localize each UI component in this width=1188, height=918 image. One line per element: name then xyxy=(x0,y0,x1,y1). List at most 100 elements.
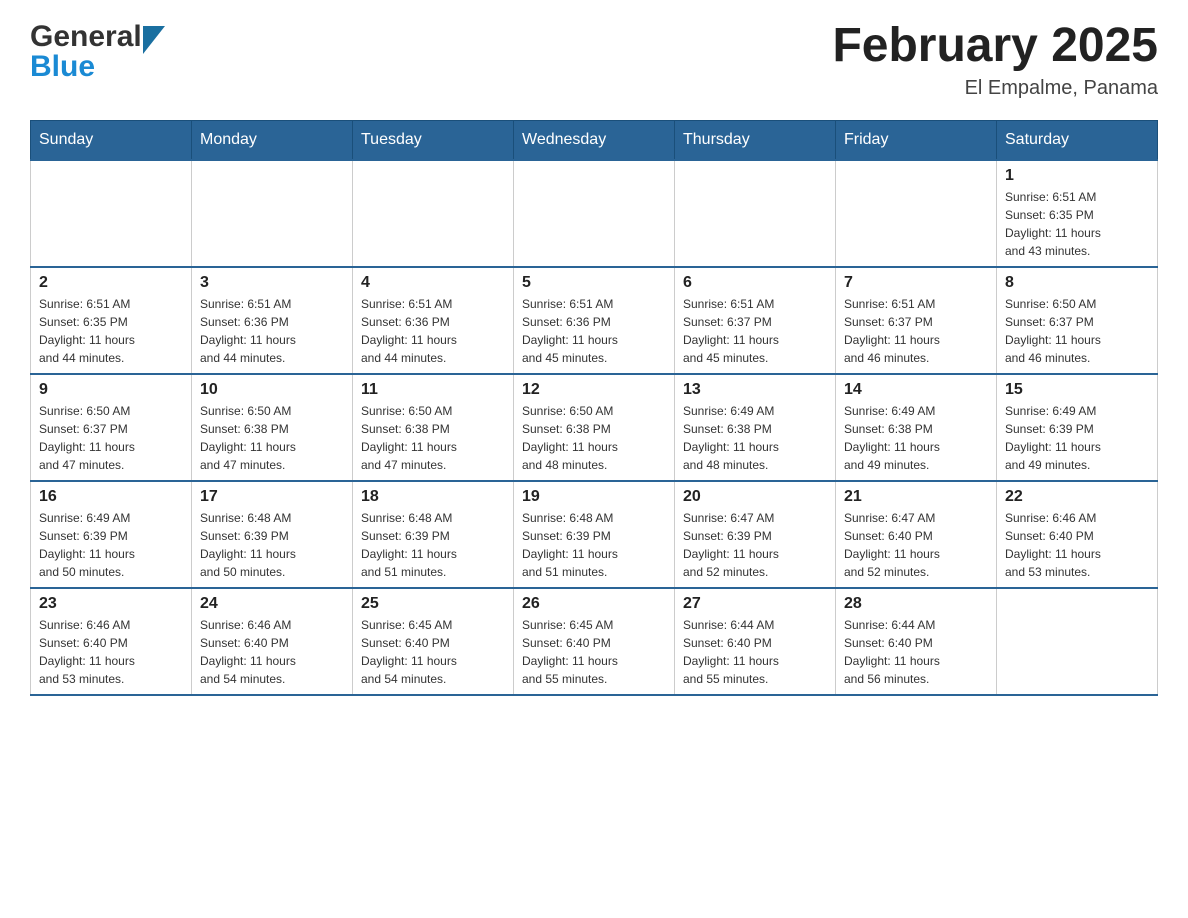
calendar-day-cell: 19 Sunrise: 6:48 AM Sunset: 6:39 PM Dayli… xyxy=(514,481,675,588)
day-of-week-header: Sunday xyxy=(31,120,192,160)
calendar-day-cell: 17 Sunrise: 6:48 AM Sunset: 6:39 PM Dayli… xyxy=(192,481,353,588)
day-info: Sunrise: 6:49 AM Sunset: 6:39 PM Dayligh… xyxy=(1005,402,1149,474)
calendar-day-cell xyxy=(997,588,1158,695)
day-number: 24 xyxy=(200,595,344,613)
day-info: Sunrise: 6:44 AM Sunset: 6:40 PM Dayligh… xyxy=(844,616,988,688)
calendar-week-row: 1 Sunrise: 6:51 AM Sunset: 6:35 PM Daylig… xyxy=(31,160,1158,267)
calendar-day-cell xyxy=(675,160,836,267)
calendar-week-row: 23Sunrise: 6:46 AM Sunset: 6:40 PM Dayli… xyxy=(31,588,1158,695)
day-info: Sunrise: 6:51 AM Sunset: 6:36 PM Dayligh… xyxy=(361,295,505,367)
calendar-day-cell: 11 Sunrise: 6:50 AM Sunset: 6:38 PM Dayli… xyxy=(353,374,514,481)
calendar-day-cell: 16 Sunrise: 6:49 AM Sunset: 6:39 PM Dayli… xyxy=(31,481,192,588)
day-number: 9 xyxy=(39,381,183,399)
day-number: 3 xyxy=(200,274,344,292)
day-info: Sunrise: 6:50 AM Sunset: 6:38 PM Dayligh… xyxy=(361,402,505,474)
calendar-day-cell: 6 Sunrise: 6:51 AM Sunset: 6:37 PM Daylig… xyxy=(675,267,836,374)
logo-general-text: General xyxy=(30,20,142,54)
calendar-day-cell xyxy=(31,160,192,267)
day-number: 5 xyxy=(522,274,666,292)
day-number: 8 xyxy=(1005,274,1149,292)
day-info: Sunrise: 6:50 AM Sunset: 6:38 PM Dayligh… xyxy=(522,402,666,474)
day-info: Sunrise: 6:51 AM Sunset: 6:35 PM Dayligh… xyxy=(39,295,183,367)
day-number: 7 xyxy=(844,274,988,292)
calendar-day-cell: 12 Sunrise: 6:50 AM Sunset: 6:38 PM Dayli… xyxy=(514,374,675,481)
day-info: Sunrise: 6:47 AM Sunset: 6:40 PM Dayligh… xyxy=(844,509,988,581)
calendar-day-cell: 24 Sunrise: 6:46 AM Sunset: 6:40 PM Dayli… xyxy=(192,588,353,695)
day-of-week-header: Tuesday xyxy=(353,120,514,160)
day-info: Sunrise: 6:45 AM Sunset: 6:40 PM Dayligh… xyxy=(522,616,666,688)
calendar-day-cell: 26 Sunrise: 6:45 AM Sunset: 6:40 PM Dayli… xyxy=(514,588,675,695)
day-number: 15 xyxy=(1005,381,1149,399)
day-of-week-header: Thursday xyxy=(675,120,836,160)
day-number: 16 xyxy=(39,488,183,506)
day-info: Sunrise: 6:49 AM Sunset: 6:38 PM Dayligh… xyxy=(844,402,988,474)
day-number: 20 xyxy=(683,488,827,506)
calendar-day-cell xyxy=(836,160,997,267)
day-info: Sunrise: 6:48 AM Sunset: 6:39 PM Dayligh… xyxy=(200,509,344,581)
day-info: Sunrise: 6:48 AM Sunset: 6:39 PM Dayligh… xyxy=(361,509,505,581)
calendar-day-cell: 25 Sunrise: 6:45 AM Sunset: 6:40 PM Dayli… xyxy=(353,588,514,695)
calendar-day-cell: 18 Sunrise: 6:48 AM Sunset: 6:39 PM Dayli… xyxy=(353,481,514,588)
day-number: 13 xyxy=(683,381,827,399)
day-info: Sunrise: 6:48 AM Sunset: 6:39 PM Dayligh… xyxy=(522,509,666,581)
day-number: 1 xyxy=(1005,167,1149,185)
calendar-day-cell: 7Sunrise: 6:51 AM Sunset: 6:37 PM Daylig… xyxy=(836,267,997,374)
day-number: 27 xyxy=(683,595,827,613)
calendar-day-cell: 23Sunrise: 6:46 AM Sunset: 6:40 PM Dayli… xyxy=(31,588,192,695)
day-number: 11 xyxy=(361,381,505,399)
day-info: Sunrise: 6:44 AM Sunset: 6:40 PM Dayligh… xyxy=(683,616,827,688)
day-number: 14 xyxy=(844,381,988,399)
day-info: Sunrise: 6:47 AM Sunset: 6:39 PM Dayligh… xyxy=(683,509,827,581)
calendar-day-cell: 5 Sunrise: 6:51 AM Sunset: 6:36 PM Daylig… xyxy=(514,267,675,374)
day-info: Sunrise: 6:51 AM Sunset: 6:37 PM Dayligh… xyxy=(683,295,827,367)
calendar-day-cell: 21 Sunrise: 6:47 AM Sunset: 6:40 PM Dayli… xyxy=(836,481,997,588)
calendar-day-cell xyxy=(353,160,514,267)
day-info: Sunrise: 6:45 AM Sunset: 6:40 PM Dayligh… xyxy=(361,616,505,688)
calendar-day-cell: 28 Sunrise: 6:44 AM Sunset: 6:40 PM Dayli… xyxy=(836,588,997,695)
calendar-day-cell: 27 Sunrise: 6:44 AM Sunset: 6:40 PM Dayli… xyxy=(675,588,836,695)
calendar-day-cell: 2Sunrise: 6:51 AM Sunset: 6:35 PM Daylig… xyxy=(31,267,192,374)
calendar-main-title: February 2025 xyxy=(832,20,1158,73)
day-info: Sunrise: 6:46 AM Sunset: 6:40 PM Dayligh… xyxy=(39,616,183,688)
calendar-title-section: February 2025 El Empalme, Panama xyxy=(832,20,1158,100)
calendar-day-cell: 10Sunrise: 6:50 AM Sunset: 6:38 PM Dayli… xyxy=(192,374,353,481)
day-of-week-header: Friday xyxy=(836,120,997,160)
calendar-subtitle: El Empalme, Panama xyxy=(832,77,1158,100)
calendar-day-cell: 1 Sunrise: 6:51 AM Sunset: 6:35 PM Daylig… xyxy=(997,160,1158,267)
calendar-day-cell: 3 Sunrise: 6:51 AM Sunset: 6:36 PM Daylig… xyxy=(192,267,353,374)
day-number: 25 xyxy=(361,595,505,613)
page-header: General Blue February 2025 El Empalme, P… xyxy=(30,20,1158,100)
logo-triangle-icon xyxy=(143,26,165,54)
day-info: Sunrise: 6:49 AM Sunset: 6:38 PM Dayligh… xyxy=(683,402,827,474)
calendar-day-cell: 22Sunrise: 6:46 AM Sunset: 6:40 PM Dayli… xyxy=(997,481,1158,588)
day-of-week-header: Monday xyxy=(192,120,353,160)
day-info: Sunrise: 6:49 AM Sunset: 6:39 PM Dayligh… xyxy=(39,509,183,581)
calendar-day-cell: 13 Sunrise: 6:49 AM Sunset: 6:38 PM Dayli… xyxy=(675,374,836,481)
logo: General Blue xyxy=(30,20,165,82)
day-of-week-header: Saturday xyxy=(997,120,1158,160)
day-number: 4 xyxy=(361,274,505,292)
calendar-day-cell: 8 Sunrise: 6:50 AM Sunset: 6:37 PM Daylig… xyxy=(997,267,1158,374)
day-number: 6 xyxy=(683,274,827,292)
calendar-week-row: 16 Sunrise: 6:49 AM Sunset: 6:39 PM Dayli… xyxy=(31,481,1158,588)
day-info: Sunrise: 6:46 AM Sunset: 6:40 PM Dayligh… xyxy=(200,616,344,688)
day-number: 12 xyxy=(522,381,666,399)
day-info: Sunrise: 6:51 AM Sunset: 6:35 PM Dayligh… xyxy=(1005,188,1149,260)
calendar-week-row: 9Sunrise: 6:50 AM Sunset: 6:37 PM Daylig… xyxy=(31,374,1158,481)
day-number: 18 xyxy=(361,488,505,506)
day-info: Sunrise: 6:51 AM Sunset: 6:36 PM Dayligh… xyxy=(522,295,666,367)
day-info: Sunrise: 6:51 AM Sunset: 6:36 PM Dayligh… xyxy=(200,295,344,367)
calendar-day-cell: 20 Sunrise: 6:47 AM Sunset: 6:39 PM Dayli… xyxy=(675,481,836,588)
calendar-day-cell: 14 Sunrise: 6:49 AM Sunset: 6:38 PM Dayli… xyxy=(836,374,997,481)
day-number: 28 xyxy=(844,595,988,613)
day-number: 21 xyxy=(844,488,988,506)
calendar-day-cell xyxy=(514,160,675,267)
day-number: 17 xyxy=(200,488,344,506)
day-info: Sunrise: 6:50 AM Sunset: 6:37 PM Dayligh… xyxy=(1005,295,1149,367)
day-number: 19 xyxy=(522,488,666,506)
calendar-table: SundayMondayTuesdayWednesdayThursdayFrid… xyxy=(30,120,1158,696)
day-number: 26 xyxy=(522,595,666,613)
calendar-header-row: SundayMondayTuesdayWednesdayThursdayFrid… xyxy=(31,120,1158,160)
calendar-day-cell: 15 Sunrise: 6:49 AM Sunset: 6:39 PM Dayli… xyxy=(997,374,1158,481)
calendar-day-cell xyxy=(192,160,353,267)
